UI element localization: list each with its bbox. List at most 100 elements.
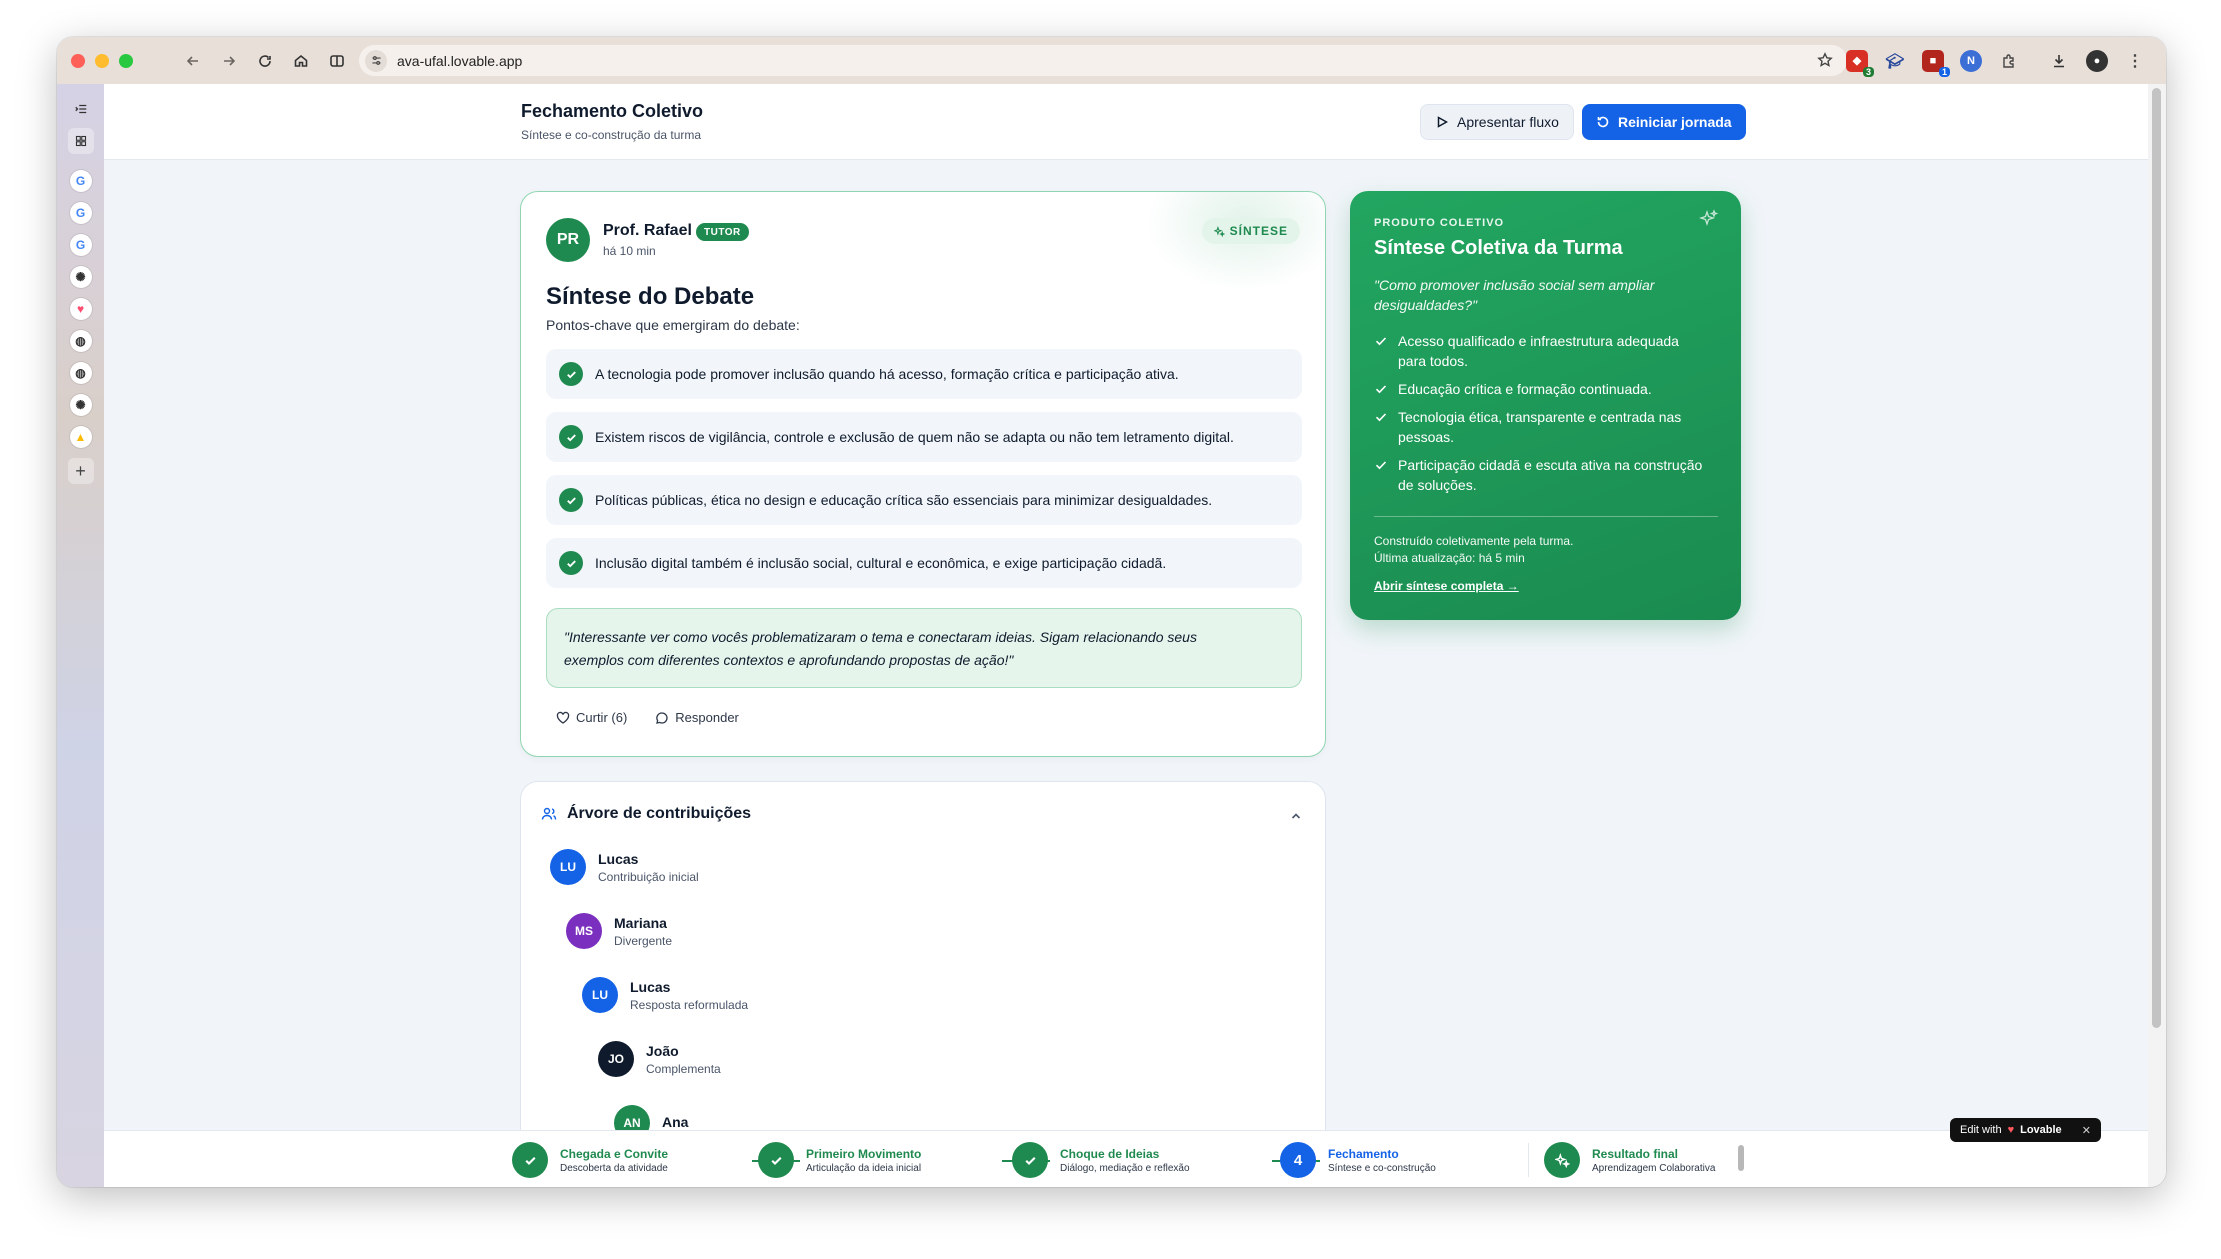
page-title: Fechamento Coletivo xyxy=(521,101,704,121)
edit-with-label: Edit with xyxy=(1960,1124,2002,1136)
profile-icon[interactable]: ● xyxy=(2086,49,2108,72)
reply-button[interactable]: Responder xyxy=(655,710,739,725)
openai-tab-icon[interactable]: ✺ xyxy=(69,394,92,416)
restart-journey-button[interactable]: Reiniciar jornada xyxy=(1582,104,1746,140)
key-point-text: A tecnologia pode promover inclusão quan… xyxy=(595,366,1179,382)
key-point: Políticas públicas, ética no design e ed… xyxy=(546,475,1302,525)
step-desc: Aprendizagem Colaborativa xyxy=(1592,1162,1716,1174)
node-role: Divergente xyxy=(614,933,673,948)
openai-tab-icon[interactable]: ✺ xyxy=(69,266,92,288)
tree-node[interactable]: LU Lucas Resposta reformulada xyxy=(582,977,748,1013)
lovable-tab-icon[interactable]: ♥ xyxy=(69,298,92,320)
maximize-window-button[interactable] xyxy=(119,53,133,68)
globe-tab-icon[interactable]: ◍ xyxy=(69,330,92,352)
check-icon xyxy=(1375,385,1387,394)
tab-grid-icon[interactable] xyxy=(67,128,94,154)
step-item[interactable]: Choque de Ideias Diálogo, mediação e refl… xyxy=(1012,1142,1190,1178)
page-viewport: Fechamento Coletivo Síntese e co-constru… xyxy=(104,84,2148,1187)
check-icon xyxy=(1375,337,1387,346)
edit-with-lovable-button[interactable]: Edit with ♥ Lovable ✕ xyxy=(1950,1118,2101,1142)
more-icon[interactable]: ⋮ xyxy=(2124,50,2146,72)
comment-icon xyxy=(656,711,668,724)
ext-red-icon[interactable]: ◆ 3 xyxy=(1846,49,1874,77)
product-item-line: Tecnologia ética, transparente e centrad… xyxy=(1398,409,1682,425)
stepper-scroll-handle[interactable] xyxy=(1738,1145,1744,1171)
tree-header[interactable]: Árvore de contribuições xyxy=(541,805,751,823)
synthesis-subtitle: Pontos-chave que emergiram do debate: xyxy=(546,317,800,333)
step-desc: Síntese e co-construção xyxy=(1328,1162,1436,1174)
users-icon xyxy=(541,807,557,820)
download-icon[interactable] xyxy=(2048,50,2070,72)
tutor-badge: TUTOR xyxy=(696,223,749,241)
check-icon xyxy=(1375,413,1387,422)
minimize-window-button[interactable] xyxy=(95,53,109,68)
scrollbar-thumb[interactable] xyxy=(2152,88,2161,1028)
node-role: Resposta reformulada xyxy=(630,997,749,1012)
node-name: João xyxy=(646,1042,679,1059)
site-info-icon[interactable] xyxy=(365,49,387,72)
back-arrow-icon[interactable] xyxy=(181,49,205,73)
present-flow-button[interactable]: Apresentar fluxo xyxy=(1420,104,1574,140)
globe-tab-icon[interactable]: ◍ xyxy=(69,362,92,384)
avatar: JO xyxy=(598,1041,634,1077)
check-icon xyxy=(1012,1142,1048,1178)
url-text: ava-ufal.lovable.app xyxy=(397,52,523,69)
puzzle-icon[interactable] xyxy=(1998,50,2020,72)
window-controls xyxy=(71,53,133,68)
google-tab-icon[interactable]: G xyxy=(69,202,92,224)
close-window-button[interactable] xyxy=(71,53,85,68)
check-icon xyxy=(512,1142,548,1178)
sidebar-toggle-icon[interactable] xyxy=(68,96,94,122)
author-name: Prof. Rafael xyxy=(603,222,692,239)
google-tab-icon[interactable]: G xyxy=(69,234,92,256)
divider xyxy=(1528,1143,1529,1177)
step-item[interactable]: Chegada e Convite Descoberta da atividade xyxy=(512,1142,668,1178)
node-name: Lucas xyxy=(598,850,639,867)
reload-icon[interactable] xyxy=(253,49,277,73)
bookmark-star-icon[interactable] xyxy=(1817,52,1833,68)
new-tab-plus-icon[interactable]: + xyxy=(67,458,94,484)
key-point-text: Inclusão digital também é inclusão socia… xyxy=(595,555,1167,571)
check-icon xyxy=(758,1142,794,1178)
tutor-quote: "Interessante ver como vocês problematiz… xyxy=(546,608,1302,688)
address-bar[interactable]: ava-ufal.lovable.app xyxy=(359,45,1847,76)
check-icon xyxy=(559,551,583,575)
split-view-icon[interactable] xyxy=(325,49,349,73)
sparkle-icon xyxy=(1213,225,1225,237)
lovable-brand: Lovable xyxy=(2020,1124,2062,1136)
google-tab-icon[interactable]: G xyxy=(69,170,92,192)
tree-node[interactable]: JO João Complementa xyxy=(598,1041,721,1077)
step-item-current[interactable]: 4 Fechamento Síntese e co-construção xyxy=(1280,1142,1436,1178)
n-extension-icon[interactable]: N xyxy=(1960,49,1982,72)
home-icon[interactable] xyxy=(289,49,313,73)
page-subtitle: Síntese e co-construção da turma xyxy=(521,128,702,142)
google-drive-tab-icon[interactable]: ▲ xyxy=(69,426,92,448)
contribution-tree-card: Árvore de contribuições LU Lucas Contribu… xyxy=(520,781,1326,1187)
chevron-up-icon[interactable] xyxy=(1289,809,1303,823)
product-item-line: de soluções. xyxy=(1398,477,1477,493)
ext-dark-icon[interactable]: ■ 1 xyxy=(1922,49,1950,77)
graduation-cap-icon[interactable]: 🎓︎ xyxy=(1884,50,1906,72)
product-item: Tecnologia ética, transparente e centrad… xyxy=(1374,407,1724,447)
tree-node[interactable]: MS Mariana Divergente xyxy=(566,913,672,949)
product-item-line: Acesso qualificado e infraestrutura adeq… xyxy=(1398,333,1679,349)
product-item: Educação crítica e formação continuada. xyxy=(1374,379,1724,399)
step-name: Resultado final xyxy=(1592,1146,1679,1161)
heart-icon xyxy=(556,711,570,724)
step-item[interactable]: Primeiro Movimento Articulação da ideia i… xyxy=(758,1142,921,1178)
close-icon[interactable]: ✕ xyxy=(2082,1124,2091,1137)
product-title: Síntese Coletiva da Turma xyxy=(1374,237,1623,259)
page-scrollbar[interactable] xyxy=(2148,84,2166,1187)
node-name: Lucas xyxy=(630,978,671,995)
product-question: "Como promover inclusão social sem ampli… xyxy=(1374,275,1714,315)
forward-arrow-icon[interactable] xyxy=(217,49,241,73)
like-button[interactable]: Curtir (6) xyxy=(556,710,627,725)
post-actions: Curtir (6) Responder xyxy=(556,710,739,725)
open-full-synthesis-link[interactable]: Abrir síntese completa → xyxy=(1374,579,1519,593)
browser-window: ava-ufal.lovable.app ◆ 3 🎓︎ ■ 1 N ● ⋮ G G xyxy=(57,37,2166,1187)
step-item[interactable]: Resultado final Aprendizagem Colaborativa xyxy=(1544,1142,1715,1178)
tutor-quote-line: exemplos com diferentes contextos e apro… xyxy=(564,652,1014,668)
product-question-line: "Como promover inclusão social sem ampli… xyxy=(1374,277,1655,293)
step-name: Choque de Ideias xyxy=(1060,1146,1160,1161)
tree-node[interactable]: LU Lucas Contribuição inicial xyxy=(550,849,699,885)
